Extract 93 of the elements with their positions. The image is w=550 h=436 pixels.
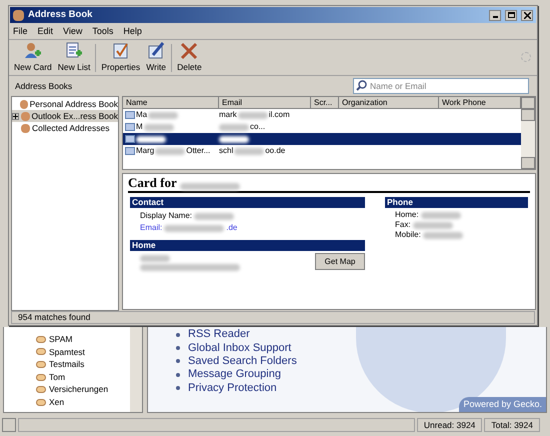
menu-item[interactable]: File: [13, 24, 28, 38]
folder-name[interactable]: SPAM: [49, 332, 72, 346]
contact-name: Marg: [136, 145, 154, 157]
folder-name[interactable]: Xen: [49, 396, 64, 409]
feature-item: RSS Reader: [188, 327, 250, 342]
blurred-text: [412, 222, 453, 228]
search-field[interactable]: Name or Email: [353, 78, 529, 94]
field-label: Display Name:: [140, 210, 192, 222]
folder-name[interactable]: Testmails: [49, 358, 84, 371]
scroll-down-icon[interactable]: [521, 157, 535, 169]
section-heading: Phone: [385, 197, 528, 208]
maximize-button[interactable]: [505, 10, 517, 20]
close-button[interactable]: [521, 10, 533, 20]
section-heading: Home: [130, 240, 365, 251]
status-text: 954 matches found: [11, 311, 535, 324]
column-picker-icon[interactable]: [521, 97, 535, 109]
bullet-icon: [176, 346, 180, 350]
folder-name[interactable]: Versicherungen: [49, 383, 108, 396]
window-title: Address Book: [28, 8, 94, 22]
card-title: Card for: [128, 176, 177, 190]
column-header[interactable]: Organization: [339, 97, 439, 109]
address-book-icon: [13, 10, 24, 20]
section-heading: Contact: [130, 197, 365, 208]
address-book-item[interactable]: Personal Address Book: [12, 98, 118, 110]
toolbar-button[interactable]: Write: [143, 40, 170, 74]
blurred-text: [140, 255, 170, 262]
toolbar-button[interactable]: New Card: [11, 40, 55, 74]
blurred-text: [148, 112, 178, 118]
address-book-item[interactable]: Outlook Ex...ress Book: [12, 110, 118, 122]
unread-count: Unread: 3924: [416, 418, 482, 432]
menu-item[interactable]: Help: [123, 24, 142, 38]
field-label: Home:: [395, 209, 419, 221]
feature-item: Privacy Protection: [188, 380, 277, 396]
pen-icon: [146, 41, 166, 62]
blurred-text: [194, 212, 234, 220]
contact-name: M: [136, 121, 143, 133]
column-header[interactable]: Email: [219, 97, 311, 109]
blurred-text: [136, 136, 166, 142]
email-link[interactable]: .de: [226, 222, 238, 234]
blurred-text: [219, 136, 249, 142]
blurred-text: [180, 183, 240, 190]
expand-icon[interactable]: [12, 112, 19, 120]
email-address: mark: [219, 109, 237, 121]
blurred-text: [164, 224, 224, 232]
total-count: Total: 3924: [484, 418, 540, 432]
contact-row[interactable]: Ma mark il.com: [123, 109, 521, 121]
blurred-text: [234, 148, 264, 154]
scroll-up-icon[interactable]: [521, 109, 535, 121]
menu-item[interactable]: Tools: [92, 24, 114, 38]
column-header[interactable]: Scr...: [311, 97, 339, 109]
folder-name[interactable]: Spamtest: [49, 346, 85, 358]
email-address: il.com: [268, 109, 290, 121]
bullet-icon: [176, 359, 180, 364]
email-address: co...: [250, 121, 266, 133]
toolbar-button[interactable]: New List: [54, 40, 94, 74]
address-books-label: Address Books: [15, 80, 72, 92]
search-icon: [356, 80, 367, 91]
get-map-button[interactable]: Get Map: [315, 253, 365, 270]
feature-item: Saved Search Folders: [188, 354, 297, 369]
menu-item[interactable]: View: [63, 24, 82, 38]
bullet-icon: [176, 386, 180, 390]
email-link[interactable]: Email:: [140, 222, 162, 234]
contact-row[interactable]: M co...: [123, 121, 521, 133]
minimize-button[interactable]: [489, 10, 501, 20]
contact-name: Ma: [136, 109, 148, 121]
blurred-text: [155, 148, 186, 154]
bullet-icon: [176, 372, 180, 377]
toolbar-button[interactable]: Properties: [98, 40, 144, 74]
contact-row[interactable]: [123, 133, 521, 145]
cross-icon: [179, 41, 200, 62]
email-address: oo.de: [265, 145, 286, 157]
blurred-text: [238, 112, 268, 118]
column-header[interactable]: Work Phone: [439, 97, 521, 109]
contact-name: Otter...: [186, 145, 210, 157]
gecko-banner: Powered by Gecko.: [459, 396, 546, 412]
feature-item: Global Inbox Support: [188, 340, 292, 356]
field-label: Fax:: [395, 219, 411, 231]
toolbar-button[interactable]: Delete: [174, 40, 205, 74]
blurred-text: [420, 212, 461, 218]
feature-item: Message Grouping: [188, 367, 281, 382]
address-book-item[interactable]: Collected Addresses: [12, 122, 118, 134]
field-label: Mobile:: [395, 229, 421, 241]
blurred-text: [219, 124, 249, 130]
email-address: schl: [219, 145, 234, 157]
column-header[interactable]: Name: [123, 97, 219, 109]
blurred-text: [144, 124, 174, 130]
contact-row[interactable]: Marg Otter... schl oo.de: [123, 145, 521, 157]
folder-name[interactable]: Tom: [49, 370, 66, 384]
bullet-icon: [176, 332, 180, 337]
throbber-icon: [521, 52, 531, 62]
menu-item[interactable]: Edit: [38, 24, 54, 38]
blurred-text: [422, 232, 463, 238]
status-icon: [2, 418, 16, 432]
